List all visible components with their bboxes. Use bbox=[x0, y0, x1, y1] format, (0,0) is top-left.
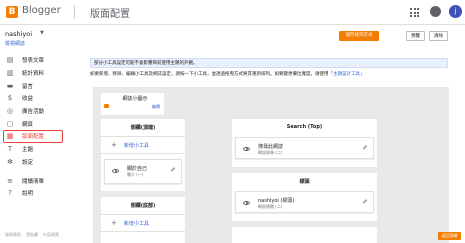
help-icon: ? bbox=[8, 189, 12, 198]
brand-name[interactable]: Blogger bbox=[22, 5, 61, 16]
section-sidebar-top: 側欄(頂端) + 新增小工具 關於自己 簡介 (一) ✎ bbox=[101, 119, 185, 191]
header-divider bbox=[74, 5, 75, 19]
sidebar-item-comments[interactable]: ▬ 留言 bbox=[0, 79, 74, 92]
sidebar-item-stats[interactable]: ▥ 統計資料 bbox=[0, 67, 74, 80]
reading-list-icon: ≡ bbox=[7, 176, 13, 185]
section-title: 側欄(底部) bbox=[130, 203, 156, 209]
visibility-eye-icon[interactable] bbox=[112, 169, 119, 173]
back-to-top-button[interactable]: 返回頂端 bbox=[438, 232, 461, 240]
sidebar-item-campaigns[interactable]: ◎ 廣告活動 bbox=[0, 105, 74, 118]
terms-link[interactable]: 服務條款 bbox=[5, 232, 21, 238]
widget-subtitle: 網誌搜尋 (二) bbox=[258, 150, 283, 155]
section-title: 標頭 bbox=[299, 179, 310, 185]
preview-button[interactable]: 預覽 bbox=[406, 31, 425, 41]
widget-subtitle: 網頁標題 (二) bbox=[258, 204, 283, 209]
sidebar-item-label: 版面配置 bbox=[22, 134, 45, 141]
sidebar-item-label: 廣告活動 bbox=[22, 109, 45, 116]
sidebar-item-label: 網頁 bbox=[22, 121, 34, 128]
widget-subtitle: 簡介 (一) bbox=[127, 172, 144, 177]
theme-icon: T bbox=[7, 145, 13, 154]
widget-blog-header[interactable]: nashiyoi (標頭) 網頁標題 (二) ✎ bbox=[235, 191, 374, 213]
avatar[interactable]: j bbox=[449, 5, 462, 18]
sidebar-item-label: 發表文章 bbox=[22, 58, 45, 65]
sidebar-item-posts[interactable]: ▤ 發表文章 bbox=[0, 54, 74, 67]
add-widget-button[interactable]: + 新增小工具 bbox=[101, 214, 185, 232]
section-sidebar-bottom: 側欄(底部) + 新增小工具 bbox=[101, 197, 185, 243]
section-search-top: Search (Top) 搜尋此網誌 網誌搜尋 (二) ✎ bbox=[232, 119, 377, 167]
edit-pencil-icon[interactable]: ✎ bbox=[362, 198, 367, 206]
instructions-text: 如要新增、移除、編輯小工具及網誌設定，請按一下小工具，並透過拖曳方式將其重新排列… bbox=[90, 71, 365, 77]
sidebar-item-label: 主題 bbox=[22, 147, 34, 154]
blogger-icon bbox=[104, 104, 109, 108]
section-title: Search (Top) bbox=[286, 124, 323, 130]
section-header: 標頭 nashiyoi (標頭) 網頁標題 (二) ✎ bbox=[232, 173, 377, 221]
plus-icon: + bbox=[111, 141, 117, 149]
sidebar-item-label: 收益 bbox=[22, 96, 34, 103]
sidebar-item-pages[interactable]: ▢ 網頁 bbox=[0, 117, 74, 130]
campaigns-icon: ◎ bbox=[6, 107, 14, 116]
main-content: 儲存排列方式 預覽 清除 部分小工具設定可能不會影響目前使用主題的外觀。 如要新… bbox=[80, 26, 465, 243]
sidebar-item-label: 留言 bbox=[22, 83, 34, 90]
add-widget-label: 新增小工具 bbox=[123, 220, 149, 227]
sidebar-nav: ▤ 發表文章 ▥ 統計資料 ▬ 留言 $ 收益 ◎ 廣告活動 ▢ 網頁 ▦ 版面… bbox=[0, 54, 74, 200]
widget-title: 關於自己 bbox=[127, 166, 148, 172]
sidebar-item-settings[interactable]: ✻ 設定 bbox=[0, 156, 74, 169]
notice-banner: 部分小工具設定可能不會影響目前使用主題的外觀。 bbox=[90, 58, 448, 68]
edit-link[interactable]: 編輯 bbox=[152, 104, 160, 110]
sidebar-item-label: 閱讀清單 bbox=[22, 178, 45, 185]
theme-designer-link[interactable]: 「主題設計工具」 bbox=[329, 72, 365, 77]
add-widget-button[interactable]: + 新增小工具 bbox=[101, 136, 185, 154]
visibility-eye-icon[interactable] bbox=[243, 147, 250, 151]
sidebar-item-label: 設定 bbox=[22, 159, 34, 166]
posts-icon: ▤ bbox=[6, 56, 14, 65]
sidebar-item-layout[interactable]: ▦ 版面配置 bbox=[3, 130, 63, 143]
page-title: 版面配置 bbox=[90, 9, 130, 20]
pages-icon: ▢ bbox=[6, 119, 14, 128]
widget-title: 搜尋此網誌 bbox=[258, 144, 284, 150]
add-widget-label: 新增小工具 bbox=[123, 142, 149, 149]
sidebar-item-help[interactable]: ? 說明 bbox=[0, 187, 74, 200]
chevron-down-icon[interactable]: ▼ bbox=[40, 30, 44, 36]
sidebar-item-earnings[interactable]: $ 收益 bbox=[0, 92, 74, 105]
layout-icon: ▦ bbox=[6, 132, 14, 141]
widget-search-blog[interactable]: 搜尋此網誌 網誌搜尋 (二) ✎ bbox=[235, 137, 374, 159]
blog-selector[interactable]: nashiyoi bbox=[5, 30, 32, 38]
earnings-icon: $ bbox=[7, 94, 13, 103]
plus-icon: + bbox=[111, 219, 117, 227]
widget-title: 網誌小圖示 bbox=[122, 96, 148, 102]
sidebar-item-reading-list[interactable]: ≡ 閱讀清單 bbox=[0, 174, 74, 187]
section-title: 側欄(頂端) bbox=[130, 125, 156, 131]
sidebar-item-theme[interactable]: T 主題 bbox=[0, 143, 74, 156]
sidebar: nashiyoi ▼ 檢視網誌 ▤ 發表文章 ▥ 統計資料 ▬ 留言 $ 收益 … bbox=[0, 26, 74, 243]
footer-links: 服務條款 隱私權 內容政策 bbox=[5, 232, 59, 238]
widget-about-me[interactable]: 關於自己 簡介 (一) ✎ bbox=[104, 159, 182, 184]
layout-canvas: 網誌小圖示 編輯 側欄(頂端) + 新增小工具 關於自己 簡介 (一) ✎ Se… bbox=[93, 87, 449, 243]
widget-title: nashiyoi (標頭) bbox=[258, 198, 295, 204]
top-bar: B Blogger 版面配置 j bbox=[0, 0, 465, 25]
help-circle-icon[interactable] bbox=[430, 6, 441, 17]
visibility-eye-icon[interactable] bbox=[243, 201, 250, 205]
favicon-widget[interactable]: 網誌小圖示 編輯 bbox=[101, 93, 164, 115]
view-blog-link[interactable]: 檢視網誌 bbox=[5, 40, 25, 47]
save-arrangement-button[interactable]: 儲存排列方式 bbox=[339, 31, 379, 41]
edit-pencil-icon[interactable]: ✎ bbox=[170, 166, 175, 174]
sidebar-item-label: 統計資料 bbox=[22, 71, 45, 78]
section-partial bbox=[232, 227, 377, 243]
blogger-layout-page: B Blogger 版面配置 j nashiyoi ▼ 檢視網誌 ▤ 發表文章 … bbox=[0, 0, 465, 243]
instructions-body: 如要新增、移除、編輯小工具及網誌設定，請按一下小工具，並透過拖曳方式將其重新排列… bbox=[90, 72, 329, 77]
stats-icon: ▥ bbox=[6, 69, 14, 78]
settings-icon: ✻ bbox=[7, 157, 13, 166]
sidebar-item-label: 說明 bbox=[22, 191, 34, 198]
edit-pencil-icon[interactable]: ✎ bbox=[362, 144, 367, 152]
comments-icon: ▬ bbox=[6, 81, 14, 90]
clear-button[interactable]: 清除 bbox=[429, 31, 448, 41]
privacy-link[interactable]: 隱私權 bbox=[26, 232, 38, 238]
apps-grid-icon[interactable] bbox=[410, 8, 419, 17]
blogger-logo-icon[interactable]: B bbox=[6, 6, 18, 18]
content-policy-link[interactable]: 內容政策 bbox=[43, 232, 59, 238]
